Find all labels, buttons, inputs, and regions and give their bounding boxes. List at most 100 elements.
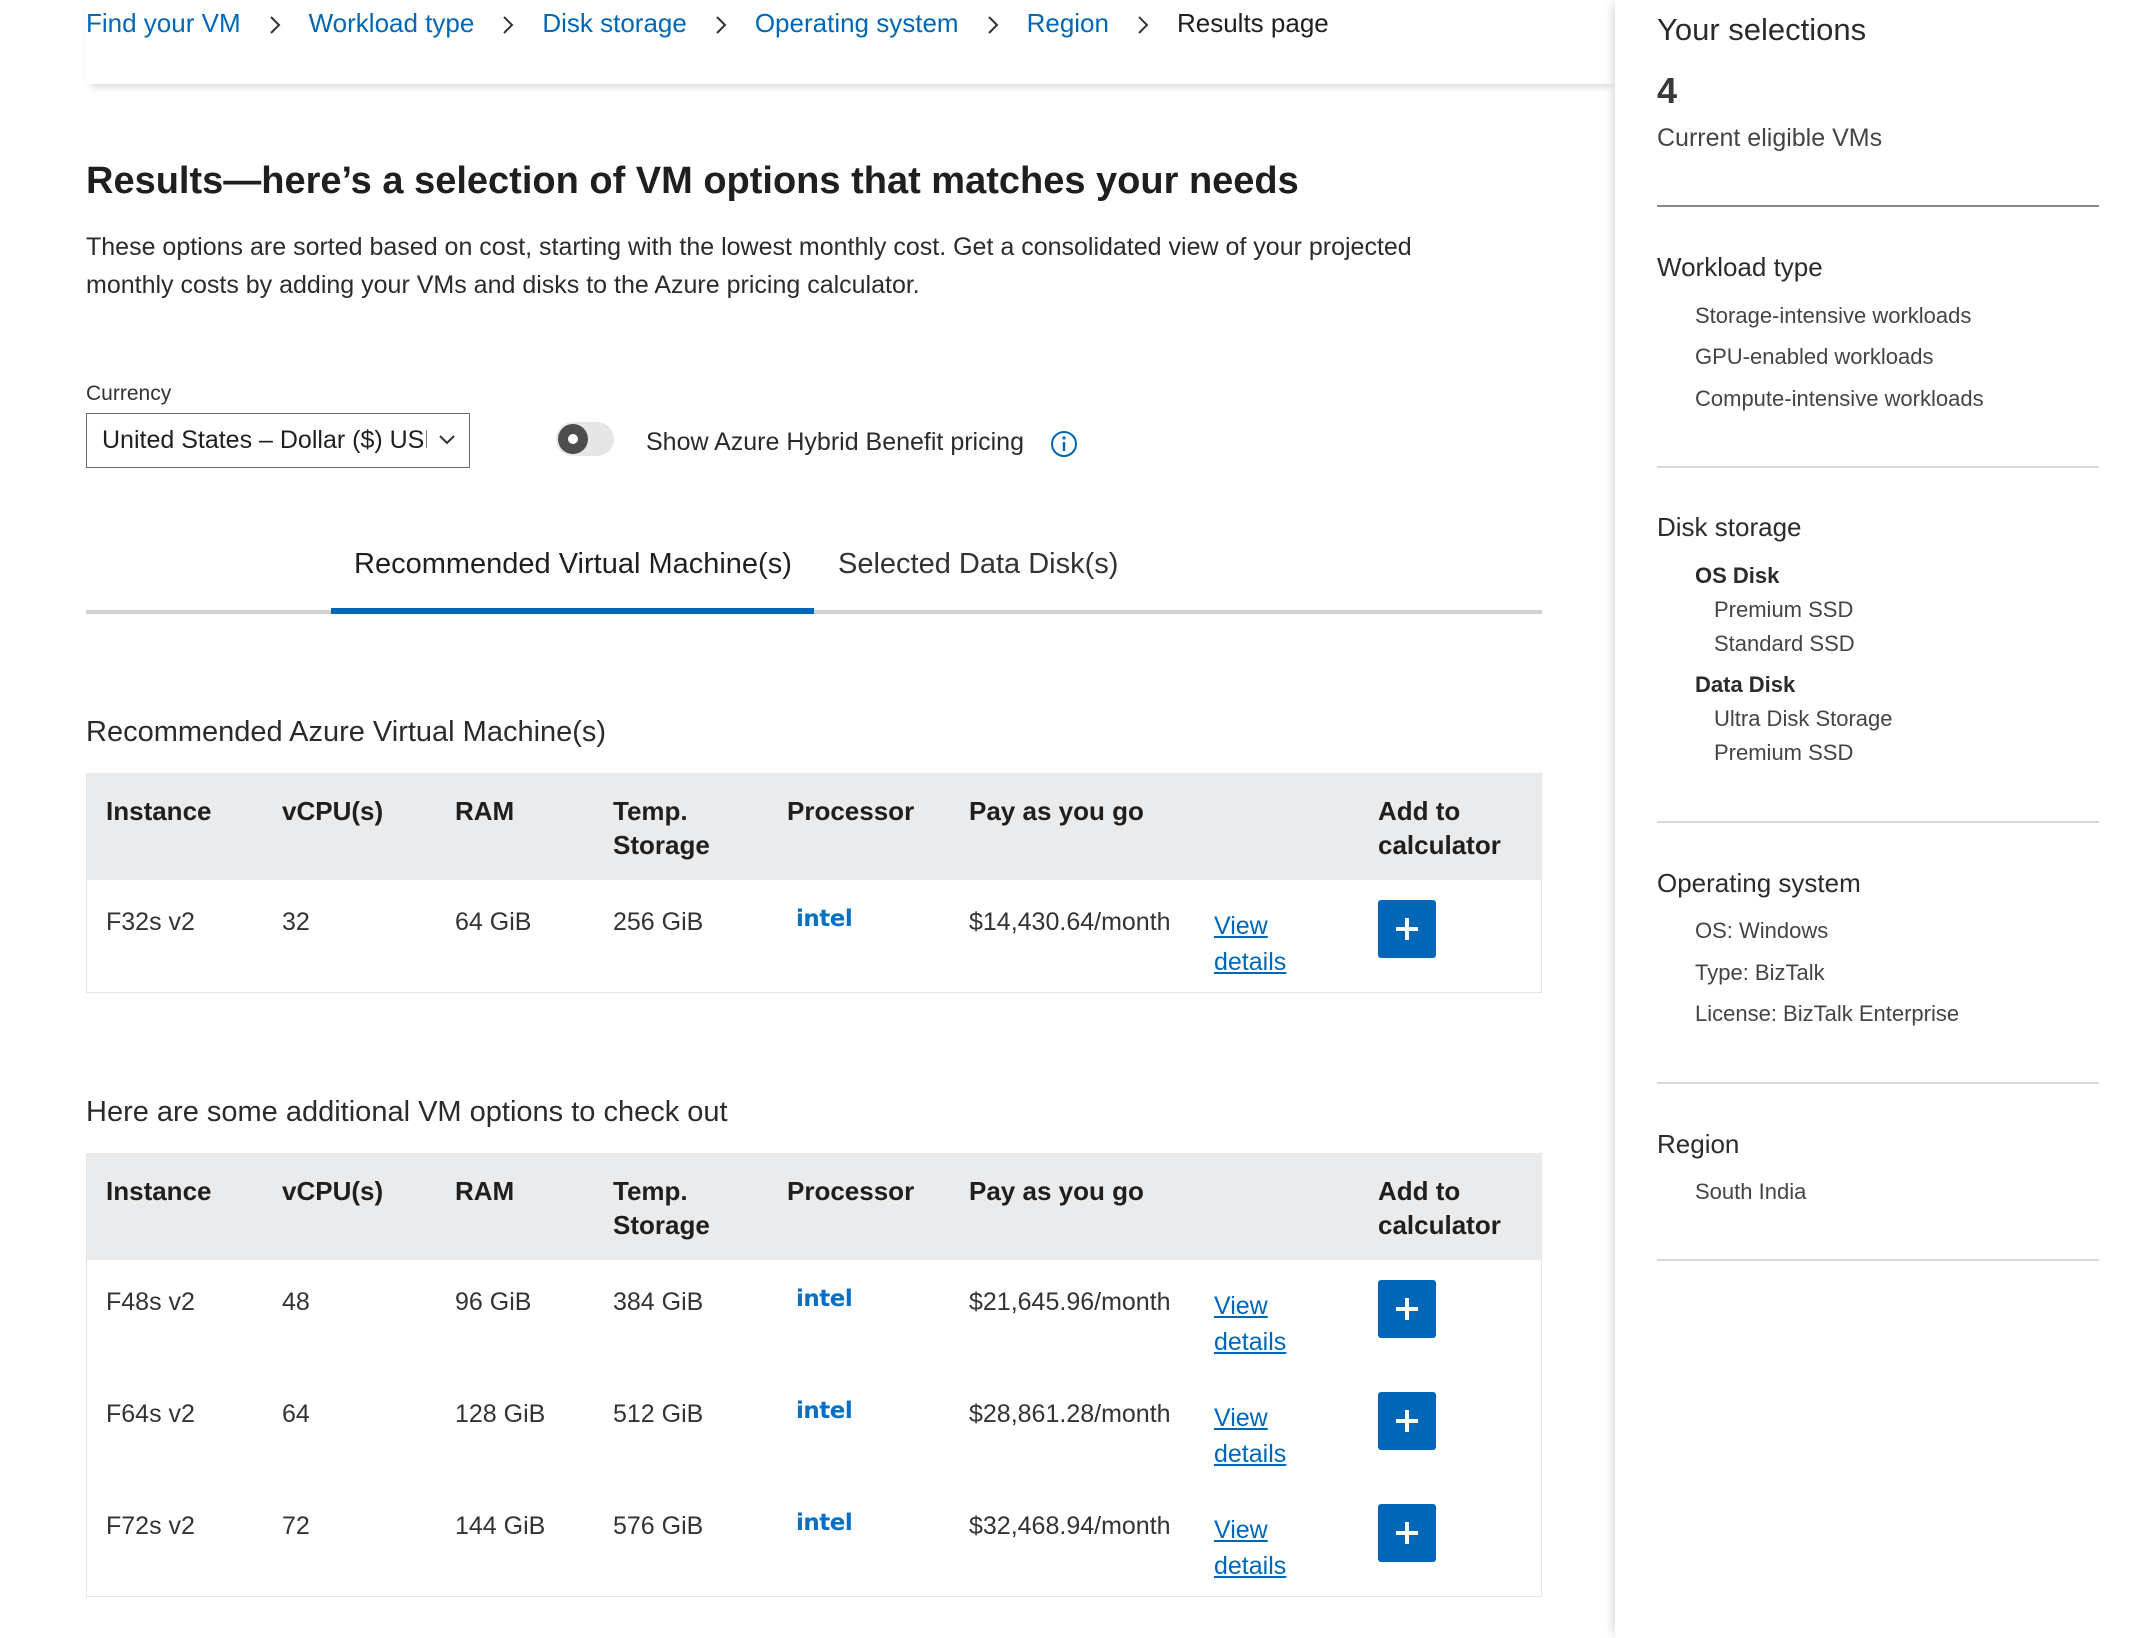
tab-recommended-vms[interactable]: Recommended Virtual Machine(s) (354, 548, 792, 607)
workload-item: GPU-enabled workloads (1695, 344, 1934, 369)
additional-section-title: Here are some additional VM options to c… (86, 1096, 728, 1128)
intel-logo: intel (796, 1510, 853, 1536)
workload-item: Storage-intensive workloads (1695, 303, 1972, 328)
divider (1657, 821, 2099, 823)
instance-cell: F72s v2 (106, 1512, 195, 1540)
os-disk-label: OS Disk (1695, 563, 1780, 588)
divider (1657, 466, 2099, 468)
price-cell: $28,861.28/month (969, 1400, 1171, 1428)
intel-logo: intel (796, 1398, 853, 1424)
ram-cell: 144 GiB (455, 1512, 546, 1540)
tab-selected-data-disks[interactable]: Selected Data Disk(s) (838, 548, 1118, 607)
workload-heading: Workload type (1657, 252, 1823, 282)
column-header-instance: Instance (106, 1176, 212, 1206)
os-item: License: BizTalk Enterprise (1695, 1001, 1960, 1026)
vcpu-cell: 72 (282, 1512, 310, 1540)
breadcrumb-operating-system[interactable]: Operating system (755, 8, 959, 39)
currency-select[interactable]: United States – Dollar ($) USD (86, 413, 470, 468)
temp-storage-cell: 384 GiB (613, 1288, 704, 1316)
breadcrumb: Find your VM Workload type Disk storage … (86, 8, 1329, 39)
data-disk-label: Data Disk (1695, 672, 1796, 697)
ram-cell: 128 GiB (455, 1400, 546, 1428)
column-header-ram: RAM (455, 1176, 515, 1206)
divider (1657, 1082, 2099, 1084)
ram-cell: 64 GiB (455, 908, 532, 936)
price-cell: $14,430.64/month (969, 908, 1171, 936)
divider (1657, 1259, 2099, 1261)
currency-value: United States – Dollar ($) USD (102, 426, 427, 454)
os-heading: Operating system (1657, 868, 1861, 898)
additional-vm-table: Instance vCPU(s) RAM Temp. Storage Proce… (86, 1153, 1542, 1597)
active-tab-indicator (331, 608, 814, 614)
currency-label: Currency (86, 382, 172, 405)
workload-item: Compute-intensive workloads (1695, 386, 1984, 411)
hybrid-benefit-toggle[interactable] (556, 422, 614, 456)
breadcrumb-workload-type[interactable]: Workload type (309, 8, 475, 39)
chevron-right-icon (959, 8, 1027, 39)
os-disk-item: Standard SSD (1714, 631, 1855, 656)
eligible-vm-count: 4 (1657, 70, 1678, 111)
column-header-pay-as-you-go: Pay as you go (969, 796, 1144, 826)
data-disk-item: Premium SSD (1714, 740, 1854, 765)
chevron-right-icon (241, 8, 309, 39)
column-header-temp-storage: Temp. Storage (613, 796, 710, 860)
os-disk-item: Premium SSD (1714, 597, 1854, 622)
intel-logo: intel (796, 906, 853, 932)
sidebar-title: Your selections (1657, 12, 1867, 47)
divider (1657, 205, 2099, 207)
add-to-calculator-button[interactable] (1378, 1504, 1436, 1562)
results-description: These options are sorted based on cost, … (86, 233, 1412, 299)
column-header-processor: Processor (787, 796, 915, 826)
column-header-processor: Processor (787, 1176, 915, 1206)
disk-heading: Disk storage (1657, 512, 1802, 542)
view-details-link[interactable]: View details (1214, 1512, 1286, 1584)
tabs: Recommended Virtual Machine(s) Selected … (86, 530, 1542, 614)
view-details-link[interactable]: View details (1214, 908, 1286, 980)
price-cell: $32,468.94/month (969, 1512, 1171, 1540)
chevron-down-icon (439, 435, 455, 445)
vcpu-cell: 64 (282, 1400, 310, 1428)
breadcrumb-current: Results page (1176, 8, 1329, 38)
add-to-calculator-button[interactable] (1378, 1392, 1436, 1450)
eligible-vm-label: Current eligible VMs (1657, 124, 1883, 152)
temp-storage-cell: 256 GiB (613, 908, 704, 936)
recommended-vm-table: Instance vCPU(s) RAM Temp. Storage Proce… (86, 773, 1542, 993)
table-header: Instance vCPU(s) RAM Temp. Storage Proce… (87, 774, 1541, 880)
main-content: Find your VM Workload type Disk storage … (0, 0, 1615, 1638)
column-header-temp-storage: Temp. Storage (613, 1176, 710, 1240)
column-header-add-to-calculator: Add to calculator (1378, 796, 1501, 860)
instance-cell: F64s v2 (106, 1400, 195, 1428)
chevron-right-icon (1109, 8, 1177, 39)
column-header-vcpu: vCPU(s) (282, 796, 384, 826)
vcpu-cell: 32 (282, 908, 310, 936)
os-item: Type: BizTalk (1695, 960, 1825, 985)
table-row: F72s v2 72 144 GiB 576 GiB intel $32,468… (87, 1484, 1541, 1596)
add-to-calculator-button[interactable] (1378, 900, 1436, 958)
table-row: F64s v2 64 128 GiB 512 GiB intel $28,861… (87, 1372, 1541, 1484)
column-header-pay-as-you-go: Pay as you go (969, 1176, 1144, 1206)
temp-storage-cell: 576 GiB (613, 1512, 704, 1540)
info-icon[interactable] (1050, 430, 1078, 458)
hybrid-benefit-label: Show Azure Hybrid Benefit pricing (646, 428, 1024, 456)
ram-cell: 96 GiB (455, 1288, 532, 1316)
table-row: F48s v2 48 96 GiB 384 GiB intel $21,645.… (87, 1260, 1541, 1372)
recommended-section-title: Recommended Azure Virtual Machine(s) (86, 716, 607, 748)
breadcrumb-find-your-vm[interactable]: Find your VM (86, 8, 241, 39)
region-item: South India (1695, 1179, 1807, 1204)
region-heading: Region (1657, 1129, 1740, 1159)
view-details-link[interactable]: View details (1214, 1400, 1286, 1472)
table-row: F32s v2 32 64 GiB 256 GiB intel $14,430.… (87, 880, 1541, 992)
price-cell: $21,645.96/month (969, 1288, 1171, 1316)
data-disk-item: Ultra Disk Storage (1714, 706, 1893, 731)
toggle-knob (558, 424, 588, 454)
chevron-right-icon (687, 8, 755, 39)
breadcrumb-bar: Find your VM Workload type Disk storage … (86, 0, 1615, 84)
view-details-link[interactable]: View details (1214, 1288, 1286, 1360)
temp-storage-cell: 512 GiB (613, 1400, 704, 1428)
instance-cell: F48s v2 (106, 1288, 195, 1316)
add-to-calculator-button[interactable] (1378, 1280, 1436, 1338)
column-header-ram: RAM (455, 796, 515, 826)
breadcrumb-region[interactable]: Region (1027, 8, 1109, 39)
column-header-instance: Instance (106, 796, 212, 826)
breadcrumb-disk-storage[interactable]: Disk storage (542, 8, 687, 39)
